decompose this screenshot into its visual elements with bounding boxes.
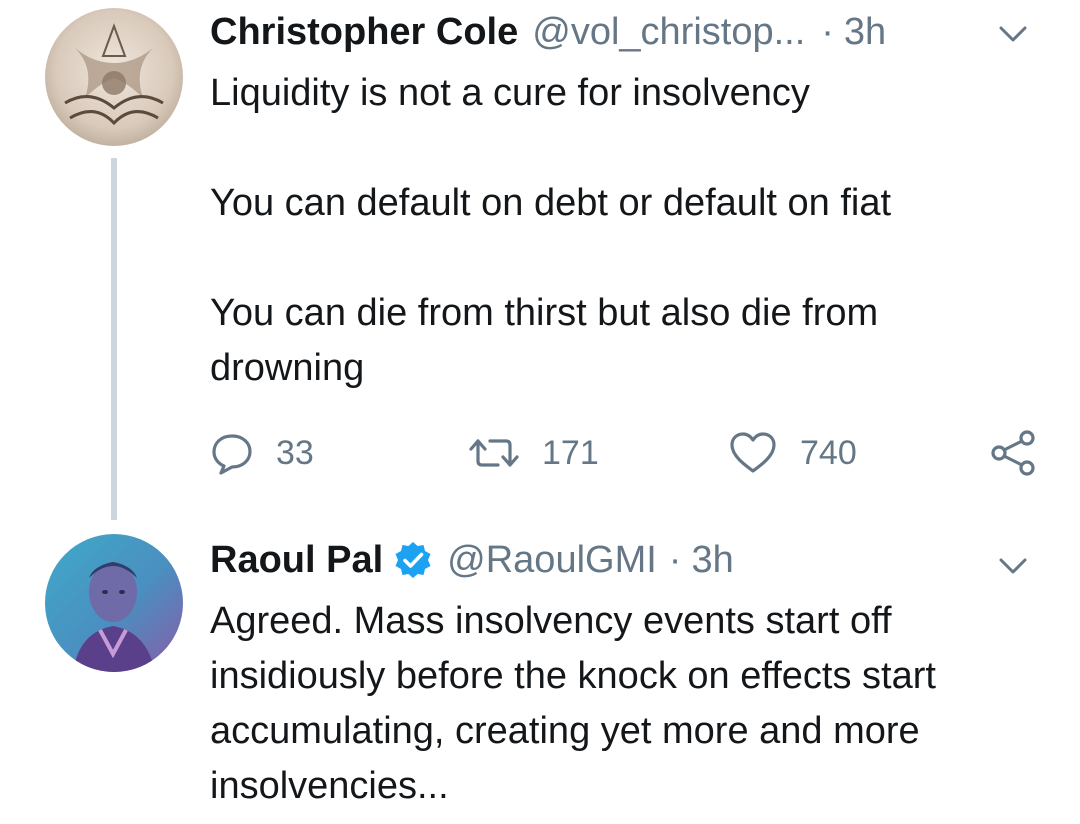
like-count: 740: [800, 433, 857, 472]
heart-icon: [730, 432, 776, 473]
thread-connector-line: [111, 158, 117, 520]
tweet-paragraph: You can default on debt or default on fi…: [210, 182, 892, 224]
avatar[interactable]: [45, 8, 183, 146]
verified-badge-icon: [395, 542, 431, 578]
avatar[interactable]: [45, 534, 183, 672]
retweet-count: 171: [542, 433, 599, 472]
separator-dot: ·: [668, 538, 682, 581]
portrait-avatar-icon: [45, 534, 183, 672]
timestamp[interactable]: 3h: [844, 11, 886, 54]
author-handle[interactable]: @RaoulGMI: [447, 539, 657, 582]
author-name[interactable]: Christopher Cole: [210, 11, 518, 54]
separator-dot: ·: [821, 10, 834, 53]
tweet-paragraph: Agreed. Mass insolvency events start off…: [210, 600, 936, 807]
tweet-paragraph: Liquidity is not a cure for insolvency: [210, 72, 810, 114]
chevron-down-icon[interactable]: [998, 556, 1028, 576]
tweet-header: Raoul Pal @RaoulGMI · 3h: [210, 536, 734, 584]
reply-count: 33: [276, 433, 314, 472]
reply-button[interactable]: 33: [210, 425, 314, 481]
timestamp[interactable]: 3h: [691, 539, 733, 582]
share-icon: [991, 430, 1035, 476]
reply-icon: [212, 434, 252, 475]
tweet-paragraph: You can die from thirst but also die fro…: [210, 292, 879, 389]
tweet-header: Christopher Cole @vol_christop... · 3h: [210, 8, 886, 56]
author-name[interactable]: Raoul Pal: [210, 539, 383, 582]
retweet-icon: [469, 439, 519, 467]
share-button[interactable]: [990, 425, 1036, 481]
tweet-christopher-cole[interactable]: Christopher Cole @vol_christop... · 3h L…: [0, 0, 1080, 520]
tweet-text: Liquidity is not a cure for insolvency Y…: [210, 66, 1050, 396]
retweet-button[interactable]: 171: [468, 425, 599, 481]
tweet-raoul-pal[interactable]: Raoul Pal @RaoulGMI · 3h Agreed. Mass in…: [0, 520, 1080, 824]
tweet-actions: 33 171 740: [210, 425, 1040, 481]
like-button[interactable]: 740: [728, 425, 857, 481]
author-handle[interactable]: @vol_christop...: [532, 11, 805, 54]
engraving-avatar-icon: [45, 8, 183, 146]
tweet-text: Agreed. Mass insolvency events start off…: [210, 594, 1050, 814]
chevron-down-icon[interactable]: [998, 24, 1028, 44]
